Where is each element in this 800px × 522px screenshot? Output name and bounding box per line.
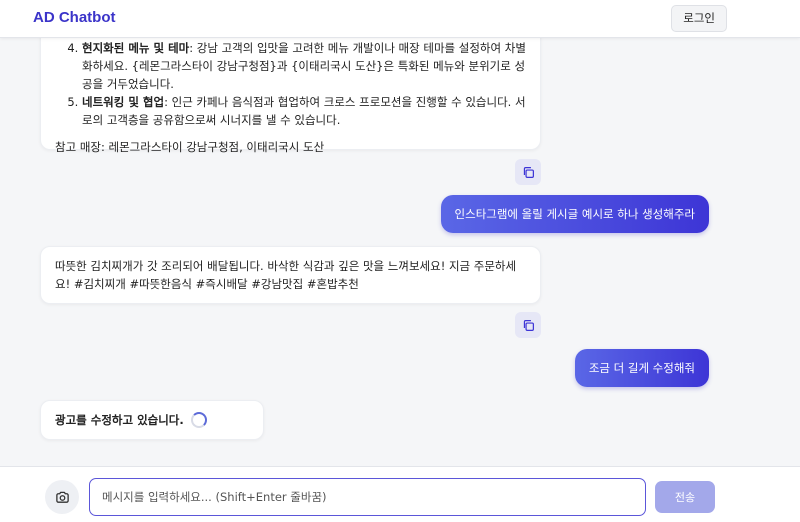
copy-button[interactable] [515,159,541,185]
user-message: 조금 더 길게 수정해줘 [574,349,709,387]
copy-icon [523,166,534,178]
copy-button[interactable] [515,312,541,338]
camera-icon [55,491,69,503]
tip-title: 현지화된 메뉴 및 테마 [82,41,190,55]
user-message: 인스타그램에 올릴 게시글 예시로 하나 생성해주라 [440,195,709,233]
app-header: AD Chatbot 로그인 [0,0,800,38]
bot-loading-message: 광고를 수정하고 있습니다. [40,400,264,440]
list-item: 네트워킹 및 협업: 인근 카페나 음식점과 협업하여 크로스 프로모션을 진행… [82,93,526,129]
bot-message: 따뜻한 김치찌개가 갓 조리되어 배달됩니다. 바삭한 식감과 깊은 맛을 느껴… [40,246,541,304]
reference-text: 참고 매장: 레몬그라스타이 강남구청점, 이태리국시 도산 [55,140,325,154]
send-button[interactable]: 전송 [655,481,715,513]
list-item: 현지화된 메뉴 및 테마: 강남 고객의 입맛을 고려한 메뉴 개발이나 매장 … [82,39,526,93]
bot-message: 현지화된 메뉴 및 테마: 강남 고객의 입맛을 고려한 메뉴 개발이나 매장 … [40,38,541,154]
tips-list: 현지화된 메뉴 및 테마: 강남 고객의 입맛을 고려한 메뉴 개발이나 매장 … [55,39,526,129]
input-bar: 전송 [0,466,800,522]
camera-button[interactable] [45,480,79,514]
copy-icon [523,319,534,331]
chat-area[interactable]: 현지화된 메뉴 및 테마: 강남 고객의 입맛을 고려한 메뉴 개발이나 매장 … [0,38,800,466]
app-title: AD Chatbot [33,9,116,26]
message-input[interactable] [89,478,646,516]
tip-title: 네트워킹 및 협업 [82,95,165,109]
login-button[interactable]: 로그인 [671,5,727,32]
loading-text: 광고를 수정하고 있습니다. [55,413,184,427]
loading-spinner-icon [190,412,207,428]
